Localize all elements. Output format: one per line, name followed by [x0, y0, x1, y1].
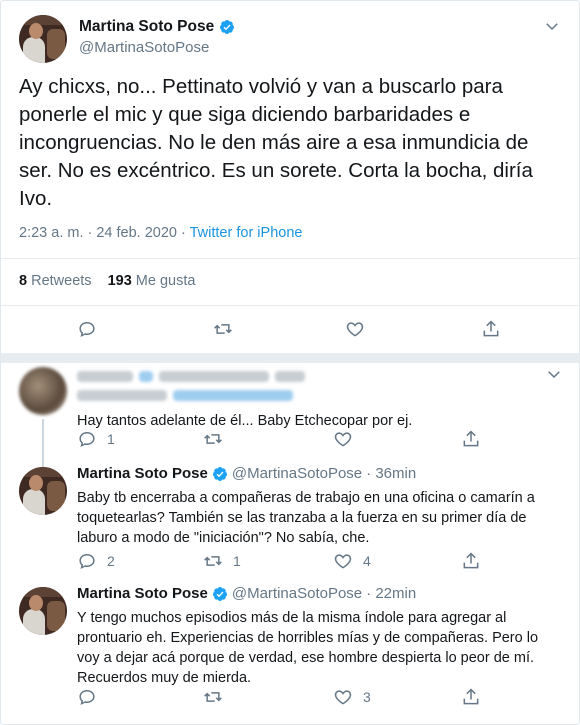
- divider: [1, 305, 579, 306]
- tweet-card: Martina Soto Pose @MartinaSotoPose Ay ch…: [0, 0, 580, 725]
- likes-stat[interactable]: 193 Me gusta: [108, 273, 196, 289]
- heart-icon: [334, 554, 352, 569]
- like-count: 4: [363, 553, 371, 569]
- verified-badge-icon: [220, 20, 235, 34]
- reply-text: Hay tantos adelante de él... Baby Etchec…: [77, 413, 413, 429]
- share-button[interactable]: [461, 687, 481, 707]
- reply-actions: 1: [1, 429, 580, 451]
- reply-icon: [79, 431, 95, 448]
- author-name[interactable]: Martina Soto Pose: [77, 585, 208, 602]
- share-button[interactable]: [481, 319, 501, 339]
- share-icon: [463, 688, 479, 705]
- retweet-button[interactable]: [203, 429, 223, 449]
- verified-badge-icon: [212, 586, 227, 601]
- reply-tweet[interactable]: Martina Soto Pose @MartinaSotoPose · 36m…: [1, 465, 580, 585]
- author-handle[interactable]: @MartinaSotoPose: [232, 465, 362, 482]
- reply-button[interactable]: 2: [77, 551, 115, 571]
- share-button[interactable]: [461, 551, 481, 571]
- retweet-count: 1: [233, 553, 241, 569]
- author-row: Martina Soto Pose @MartinaSotoPose · 36m…: [77, 465, 557, 482]
- reply-body: Hay tantos adelante de él... Baby Etchec…: [77, 367, 557, 431]
- reply-tweet[interactable]: Hay tantos adelante de él... Baby Etchec…: [1, 363, 580, 467]
- retweet-button[interactable]: 1: [203, 551, 241, 571]
- tweet-actions: [1, 319, 580, 341]
- like-button[interactable]: [333, 429, 353, 449]
- retweet-icon: [204, 692, 222, 702]
- reply-icon: [79, 689, 95, 706]
- verified-badge-icon: [212, 466, 227, 481]
- tweet-header: Martina Soto Pose @MartinaSotoPose: [19, 15, 561, 63]
- tweet-meta: 2:23 a. m. · 24 feb. 2020 · Twitter for …: [19, 225, 302, 241]
- divider: [1, 258, 579, 259]
- tweet-source[interactable]: Twitter for iPhone: [190, 225, 303, 241]
- chevron-down-icon[interactable]: [545, 365, 563, 383]
- like-count: 3: [363, 689, 371, 705]
- tweet-text: Ay chicxs, no... Pettinato volvió y van …: [19, 75, 533, 210]
- reply-count: 1: [107, 431, 115, 447]
- author-handle[interactable]: @MartinaSotoPose: [232, 585, 362, 602]
- retweet-button[interactable]: [213, 319, 233, 339]
- avatar[interactable]: [19, 587, 67, 635]
- heart-icon: [334, 690, 352, 705]
- share-icon: [463, 552, 479, 569]
- author-name[interactable]: Martina Soto Pose: [77, 465, 208, 482]
- retweet-icon: [204, 556, 222, 566]
- reply-button[interactable]: [77, 687, 97, 707]
- share-icon: [483, 320, 499, 337]
- heart-icon: [334, 432, 352, 447]
- author-row: Martina Soto Pose @MartinaSotoPose · 22m…: [77, 585, 557, 602]
- reply-body: Martina Soto Pose @MartinaSotoPose · 36m…: [77, 465, 557, 548]
- blurred-author-name: [77, 367, 557, 385]
- reply-actions: 3: [1, 687, 580, 709]
- avatar[interactable]: [19, 367, 67, 415]
- reply-count: 2: [107, 553, 115, 569]
- author-handle[interactable]: @MartinaSotoPose: [79, 39, 235, 56]
- reply-icon: [79, 321, 95, 338]
- section-divider: [1, 353, 579, 363]
- retweet-button[interactable]: [203, 687, 223, 707]
- tweet-stats: 8 Retweets 193 Me gusta: [19, 273, 195, 289]
- reply-body: Martina Soto Pose @MartinaSotoPose · 22m…: [77, 585, 557, 688]
- share-icon: [463, 430, 479, 447]
- reply-time[interactable]: · 36min: [366, 465, 416, 482]
- like-button[interactable]: 4: [333, 551, 371, 571]
- reply-button[interactable]: [77, 319, 97, 339]
- blurred-author-handle: [77, 387, 557, 403]
- reply-button[interactable]: 1: [77, 429, 115, 449]
- like-button[interactable]: [345, 319, 365, 339]
- reply-tweet[interactable]: Martina Soto Pose @MartinaSotoPose · 22m…: [1, 585, 580, 715]
- author-block: Martina Soto Pose @MartinaSotoPose: [79, 18, 235, 56]
- reply-icon: [79, 553, 95, 570]
- retweet-icon: [214, 324, 232, 334]
- avatar[interactable]: [19, 15, 67, 63]
- retweets-stat[interactable]: 8 Retweets: [19, 273, 92, 289]
- reply-text: Baby tb encerraba a compañeras de trabaj…: [77, 490, 535, 546]
- reply-actions: 2 1 4: [1, 551, 580, 573]
- share-button[interactable]: [461, 429, 481, 449]
- heart-icon: [346, 322, 364, 337]
- reply-text: Y tengo muchos episodios más de la misma…: [77, 610, 539, 686]
- like-button[interactable]: 3: [333, 687, 371, 707]
- chevron-down-icon[interactable]: [543, 17, 561, 35]
- retweet-icon: [204, 434, 222, 444]
- tweet-timestamp[interactable]: 2:23 a. m. · 24 feb. 2020 ·: [19, 225, 190, 241]
- reply-time[interactable]: · 22min: [366, 585, 416, 602]
- author-name[interactable]: Martina Soto Pose: [79, 18, 214, 36]
- avatar[interactable]: [19, 467, 67, 515]
